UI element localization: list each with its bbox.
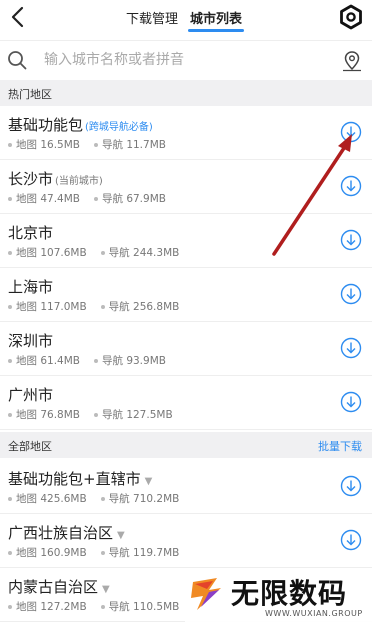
nav-size: 导航 256.8MB — [108, 301, 180, 313]
city-name: 深圳市 — [8, 332, 54, 350]
download-icon[interactable] — [340, 283, 362, 305]
settings-gear-icon[interactable] — [338, 4, 364, 30]
section-title: 热门地区 — [8, 88, 52, 101]
city-name: 上海市 — [8, 278, 54, 296]
city-name: 基础功能包 — [8, 116, 84, 134]
section-header-all: 全部地区 批量下载 — [0, 432, 372, 458]
region-name: 内蒙古自治区 — [8, 578, 99, 596]
city-name: 广州市 — [8, 386, 54, 404]
map-size: 地图 425.6MB — [16, 493, 87, 505]
map-size: 地图 127.2MB — [16, 601, 87, 613]
download-icon[interactable] — [340, 229, 362, 251]
section-title: 全部地区 — [8, 440, 52, 453]
nav-size: 导航 710.2MB — [108, 493, 180, 505]
list-item[interactable]: 广州市 地图 76.8MB 导航 127.5MB — [0, 376, 372, 430]
dropdown-triangle-icon[interactable]: ▼ — [145, 476, 153, 487]
download-icon[interactable] — [340, 475, 362, 497]
watermark-text: 无限数码 — [231, 577, 348, 610]
list-item[interactable]: 广西壮族自治区 ▼ 地图 160.9MB 导航 119.7MB — [0, 514, 372, 568]
section-header-hot: 热门地区 — [0, 80, 372, 106]
dropdown-triangle-icon[interactable]: ▼ — [117, 530, 125, 541]
location-pin-icon[interactable] — [340, 49, 364, 73]
top-bar: 下载管理 城市列表 — [0, 0, 372, 36]
list-item[interactable]: 长沙市 (当前城市) 地图 47.4MB 导航 67.9MB — [0, 160, 372, 214]
download-icon[interactable] — [340, 121, 362, 143]
watermark-url: WWW.WUXIAN.GROUP — [265, 609, 363, 618]
tab-download-manager[interactable]: 下载管理 — [120, 0, 184, 36]
download-icon[interactable] — [340, 529, 362, 551]
list-item[interactable]: 基础功能包+直辖市 ▼ 地图 425.6MB 导航 710.2MB — [0, 460, 372, 514]
download-icon[interactable] — [340, 175, 362, 197]
map-size: 地图 76.8MB — [16, 409, 80, 421]
dropdown-triangle-icon[interactable]: ▼ — [102, 584, 110, 595]
nav-size: 导航 67.9MB — [101, 193, 166, 205]
nav-size: 导航 119.7MB — [108, 547, 180, 559]
region-name: 基础功能包+直辖市 — [8, 470, 141, 488]
nav-size: 导航 244.3MB — [108, 247, 180, 259]
map-size: 地图 16.5MB — [16, 139, 80, 151]
map-size: 地图 107.6MB — [16, 247, 87, 259]
map-size: 地图 47.4MB — [16, 193, 80, 205]
list-item[interactable]: 深圳市 地图 61.4MB 导航 93.9MB — [0, 322, 372, 376]
list-item[interactable]: 基础功能包 (跨城导航必备) 地图 16.5MB 导航 11.7MB — [0, 106, 372, 160]
download-icon[interactable] — [340, 391, 362, 413]
batch-download-link[interactable]: 批量下载 — [318, 438, 362, 454]
tab-bar: 下载管理 城市列表 — [120, 0, 248, 36]
nav-size: 导航 93.9MB — [101, 355, 166, 367]
city-note: (跨城导航必备) — [85, 122, 153, 133]
map-size: 地图 61.4MB — [16, 355, 80, 367]
list-item[interactable]: 北京市 地图 107.6MB 导航 244.3MB — [0, 214, 372, 268]
back-arrow-icon[interactable] — [6, 4, 32, 30]
tab-city-list[interactable]: 城市列表 — [184, 0, 248, 36]
map-size: 地图 160.9MB — [16, 547, 87, 559]
nav-size: 导航 110.5MB — [108, 601, 180, 613]
search-input[interactable] — [44, 48, 324, 72]
watermark-logo-icon — [191, 578, 221, 610]
search-icon — [8, 51, 27, 70]
nav-size: 导航 11.7MB — [101, 139, 166, 151]
city-name: 长沙市 — [8, 170, 54, 188]
city-name: 北京市 — [8, 224, 54, 242]
list-item[interactable]: 上海市 地图 117.0MB 导航 256.8MB — [0, 268, 372, 322]
map-size: 地图 117.0MB — [16, 301, 87, 313]
watermark: 无限数码 WWW.WUXIAN.GROUP — [185, 570, 372, 622]
search-bar — [0, 40, 372, 78]
nav-size: 导航 127.5MB — [101, 409, 173, 421]
city-note: (当前城市) — [55, 176, 103, 187]
region-name: 广西壮族自治区 — [8, 524, 114, 542]
download-icon[interactable] — [340, 337, 362, 359]
